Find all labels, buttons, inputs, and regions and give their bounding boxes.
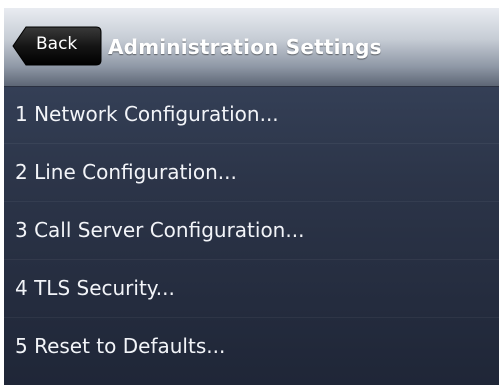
back-button-label: Back bbox=[36, 34, 78, 54]
menu-item-label: 3 Call Server Configuration... bbox=[15, 218, 305, 242]
menu-item-line-configuration[interactable]: 2 Line Configuration... bbox=[4, 144, 499, 202]
menu-item-label: 1 Network Configuration... bbox=[15, 102, 279, 126]
menu-item-label: 2 Line Configuration... bbox=[15, 160, 237, 184]
menu-item-call-server-configuration[interactable]: 3 Call Server Configuration... bbox=[4, 202, 499, 260]
phone-screen: Back Administration Settings 1 Network C… bbox=[4, 8, 499, 385]
menu-item-label: 5 Reset to Defaults... bbox=[15, 334, 226, 358]
back-button[interactable]: Back bbox=[12, 26, 102, 66]
header-bar: Back Administration Settings bbox=[4, 8, 499, 87]
menu-item-reset-to-defaults[interactable]: 5 Reset to Defaults... bbox=[4, 318, 499, 376]
menu-item-network-configuration[interactable]: 1 Network Configuration... bbox=[4, 86, 499, 144]
menu-item-label: 4 TLS Security... bbox=[15, 276, 175, 300]
page-title: Administration Settings bbox=[108, 35, 382, 59]
menu-item-tls-security[interactable]: 4 TLS Security... bbox=[4, 260, 499, 318]
